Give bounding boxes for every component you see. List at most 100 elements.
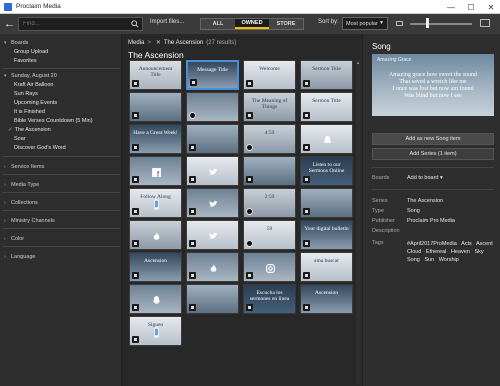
series-value: The Ascension (407, 198, 444, 204)
media-tile[interactable]: 2:59 (243, 188, 296, 218)
media-tile[interactable]: Your digital bulletin (300, 220, 353, 250)
media-tile[interactable]: Welcome (243, 60, 296, 90)
media-tile[interactable] (129, 284, 182, 314)
twitter-icon (208, 229, 219, 240)
add-to-board-dropdown[interactable]: Add to board ▾ (407, 175, 443, 181)
service-item[interactable]: Sun Rays (14, 90, 38, 98)
tag-link[interactable]: Ascent (476, 241, 493, 247)
media-tile[interactable]: Have a Great Week! (129, 124, 182, 154)
service-item[interactable]: Upcoming Events (14, 99, 57, 107)
media-tile[interactable]: Escucha los sermones en linea (243, 284, 296, 314)
sort-select[interactable]: Most popular ▼ (342, 17, 388, 30)
service-item[interactable]: It is Finished (14, 108, 45, 116)
media-tile[interactable]: The Meaning of Things (243, 92, 296, 122)
media-type-icon (246, 80, 253, 87)
tile-caption: Announcement Title (138, 66, 173, 78)
media-tile[interactable]: f (129, 156, 182, 186)
checkmark-icon: ✓ (8, 127, 13, 133)
media-tile[interactable] (129, 92, 182, 122)
add-song-item-button[interactable]: Add as new Song item (372, 133, 494, 145)
media-tile[interactable]: Listen to our Sermons Online (300, 156, 353, 186)
tab-owned[interactable]: OWNED (235, 19, 269, 29)
boards-label: Boards (372, 175, 390, 181)
thumbnail-size-slider[interactable] (410, 23, 472, 25)
tag-link[interactable]: Ethereal (426, 249, 447, 255)
scrollbar[interactable] (356, 60, 360, 384)
media-tile[interactable] (186, 124, 239, 154)
maximize-button[interactable]: ☐ (461, 0, 481, 14)
media-tile[interactable] (300, 188, 353, 218)
media-tile[interactable]: Ascension (300, 284, 353, 314)
board-item[interactable]: Favorites (14, 57, 37, 65)
breadcrumb-root[interactable]: Media (128, 40, 144, 46)
slider-handle[interactable] (426, 18, 429, 28)
media-tile[interactable]: 4:59 (243, 124, 296, 154)
media-type-icon (303, 80, 310, 87)
media-tile[interactable]: Announcement Title (129, 60, 182, 90)
phone-icon (151, 197, 162, 210)
service-item-selected[interactable]: ✓ The Ascension (8, 126, 51, 134)
tag-link[interactable]: Worship (439, 257, 459, 263)
media-tile[interactable] (186, 220, 239, 250)
tag-link[interactable]: Heaven (451, 249, 470, 255)
tile-caption: Sermon Title (312, 66, 341, 72)
media-tile[interactable] (186, 156, 239, 186)
close-button[interactable]: ✕ (481, 0, 500, 14)
tile-caption: 59 (266, 226, 273, 232)
section-color[interactable]: › Color (0, 234, 122, 243)
tab-store[interactable]: STORE (269, 19, 303, 29)
media-tile[interactable] (243, 156, 296, 186)
preview-lyrics: Amazing grace how sweet the sound That s… (388, 72, 478, 99)
service-item[interactable]: Bible Verses Countdown (5 Min) (14, 117, 93, 125)
tile-caption: Welcome (259, 66, 280, 72)
media-tile[interactable]: Sermon Title (300, 92, 353, 122)
import-files-link[interactable]: Import files... (150, 19, 184, 25)
media-tile[interactable]: Follow Along (129, 188, 182, 218)
media-tile[interactable]: Ascension (129, 252, 182, 282)
media-tile[interactable] (186, 92, 239, 122)
section-ministry-channels[interactable]: › Ministry Channels (0, 216, 122, 225)
section-collections[interactable]: › Collections (0, 198, 122, 207)
media-tile[interactable] (186, 284, 239, 314)
media-tile[interactable] (243, 252, 296, 282)
twitter-icon (208, 165, 219, 176)
tab-all[interactable]: ALL (201, 19, 235, 29)
type-value: Song (407, 208, 420, 214)
media-tile[interactable]: ama buscar (300, 252, 353, 282)
media-tile[interactable] (300, 124, 353, 154)
media-tile[interactable] (129, 220, 182, 250)
title-bar: Proclaim Media — ☐ ✕ (0, 0, 500, 14)
tile-caption: Ascension (144, 258, 167, 264)
service-item[interactable]: Soar (14, 135, 26, 143)
media-tile[interactable]: 59 (243, 220, 296, 250)
tags-label: Tags (372, 240, 384, 246)
media-tile[interactable]: Sermon Title (300, 60, 353, 90)
large-thumbnail-icon (480, 19, 490, 27)
section-service[interactable]: ▾ Sunday, August 20 (0, 71, 122, 80)
search-icon[interactable] (131, 20, 139, 28)
media-tile[interactable]: Siguen (129, 316, 182, 346)
tag-link[interactable]: Sky (474, 249, 483, 255)
tag-link[interactable]: Sun (424, 257, 434, 263)
media-tile[interactable]: Message Title (186, 60, 239, 90)
media-tile[interactable] (186, 188, 239, 218)
service-item[interactable]: Discover God's Word (14, 144, 66, 152)
scroll-up-icon[interactable]: ▲ (356, 60, 360, 65)
tag-link[interactable]: Song (407, 257, 420, 263)
add-series-button[interactable]: Add Series (1 item) (372, 148, 494, 160)
section-media-type[interactable]: › Media Type (0, 180, 122, 189)
board-item[interactable]: Group Upload (14, 48, 48, 56)
section-boards[interactable]: ▾ Boards (0, 38, 122, 47)
minimize-button[interactable]: — (441, 0, 461, 14)
media-type-icon (132, 336, 139, 343)
media-tile[interactable] (186, 252, 239, 282)
service-item[interactable]: Kraft Air Balloon (14, 81, 53, 89)
section-language[interactable]: › Language (0, 252, 122, 261)
tag-link[interactable]: #April2017ProMedia (407, 241, 457, 247)
section-service-items[interactable]: › Service Items (0, 162, 122, 171)
back-arrow-icon[interactable]: ← (4, 18, 16, 30)
search-input[interactable] (23, 21, 123, 27)
tag-link[interactable]: Acts (461, 241, 472, 247)
tag-link[interactable]: Cloud (407, 249, 421, 255)
clear-filter-icon[interactable]: ✕ (156, 39, 161, 46)
